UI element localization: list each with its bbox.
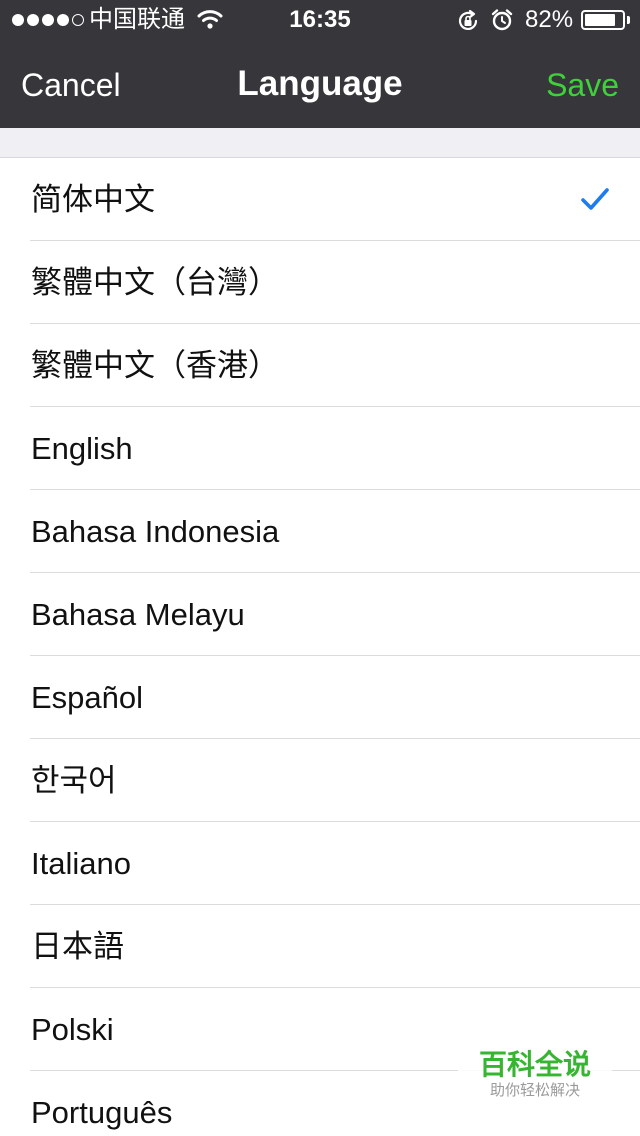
top-bar: 中国联通 16:35 82% Cancel Language Save <box>0 0 640 128</box>
language-row-italiano[interactable]: Italiano <box>0 822 640 905</box>
language-label: 繁體中文（台灣） <box>31 265 279 300</box>
language-row-traditional-chinese-taiwan[interactable]: 繁體中文（台灣） <box>0 241 640 324</box>
language-row-bahasa-indonesia[interactable]: Bahasa Indonesia <box>0 490 640 573</box>
language-settings-screen: 中国联通 16:35 82% Cancel Language Save 简体中文… <box>0 0 640 1136</box>
language-label: Português <box>31 1095 173 1130</box>
watermark-subtitle: 助你轻松解决 <box>489 1082 580 1099</box>
battery-tip <box>627 16 630 24</box>
watermark-title: 百科全说 <box>478 1049 591 1080</box>
rotation-lock-icon <box>456 9 480 40</box>
checkmark-icon <box>580 186 610 217</box>
language-label: English <box>31 431 133 466</box>
language-row-japanese[interactable]: 日本語 <box>0 905 640 988</box>
language-row-espanol[interactable]: Español <box>0 656 640 739</box>
language-label: 繁體中文（香港） <box>31 348 279 383</box>
page-title: Language <box>237 64 403 103</box>
battery-level-fill <box>585 14 615 26</box>
language-label: Bahasa Melayu <box>31 597 245 632</box>
watermark-logo: 百科全说 助你轻松解决 <box>458 1044 612 1108</box>
status-bar: 中国联通 16:35 82% <box>0 0 640 40</box>
language-row-traditional-chinese-hongkong[interactable]: 繁體中文（香港） <box>0 324 640 407</box>
language-list: 简体中文 繁體中文（台灣） 繁體中文（香港） English Bahasa In… <box>0 158 640 1136</box>
language-label: Polski <box>31 1012 114 1047</box>
alarm-clock-icon <box>490 8 514 39</box>
language-label: Italiano <box>31 846 131 881</box>
section-spacer <box>0 128 640 158</box>
language-label: 日本語 <box>31 929 124 964</box>
language-row-english[interactable]: English <box>0 407 640 490</box>
save-button[interactable]: Save <box>546 66 619 104</box>
language-label: 简体中文 <box>31 182 155 217</box>
language-label: Español <box>31 680 144 715</box>
language-row-simplified-chinese[interactable]: 简体中文 <box>0 158 640 241</box>
battery-percentage: 82% <box>525 6 574 33</box>
language-row-korean[interactable]: 한국어 <box>0 739 640 822</box>
battery-icon <box>581 10 625 30</box>
language-label: 한국어 <box>31 763 117 798</box>
language-row-bahasa-melayu[interactable]: Bahasa Melayu <box>0 573 640 656</box>
language-label: Bahasa Indonesia <box>31 514 280 549</box>
